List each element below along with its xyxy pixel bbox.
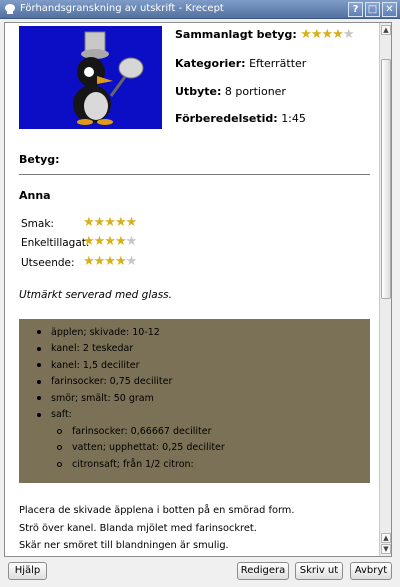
- bullet-icon: [37, 330, 41, 335]
- title-bar: Förhandsgranskning av utskrift - Krecept…: [0, 0, 400, 19]
- prep-time-value: 1:45: [281, 112, 306, 125]
- circle-bullet-icon: [57, 445, 62, 451]
- prep-time-label: Förberedelsetid:: [175, 112, 278, 125]
- preview-content: Sammanlagt betyg: ★★★★★ Kategorier: Efte…: [5, 23, 379, 556]
- ingredient-item: kanel: 1,5 deciliter: [19, 357, 370, 374]
- direction-line: Skär ner smöret till blandningen är smul…: [19, 540, 229, 551]
- scroll-up-arrow-icon[interactable]: ▲: [381, 25, 391, 35]
- vertical-scrollbar[interactable]: ▲ ▲ ▼: [379, 23, 391, 556]
- reviewer-comment: Utmärkt serverad med glass.: [19, 289, 172, 301]
- ingredient-text: saft:: [51, 409, 72, 421]
- bullet-icon: [37, 396, 41, 401]
- edit-button[interactable]: Redigera: [237, 562, 289, 580]
- criterion-label: Enkeltillagat:: [21, 237, 90, 249]
- overall-rating-label: Sammanlagt betyg:: [175, 28, 297, 41]
- category-row: Kategorier: Efterrätter: [175, 57, 306, 70]
- ingredient-subitem: vatten; upphettat: 0,25 deciliter: [19, 440, 370, 457]
- criterion-stars: ★★★★★: [83, 215, 137, 230]
- criterion-stars: ★★★★★: [83, 254, 137, 269]
- bullet-icon: [37, 363, 41, 368]
- overall-rating: Sammanlagt betyg: ★★★★★: [175, 27, 354, 42]
- category-value: Efterrätter: [249, 57, 307, 70]
- yield-row: Utbyte: 8 portioner: [175, 85, 286, 98]
- close-window-button[interactable]: ✕: [382, 2, 397, 17]
- ingredient-subitem: farinsocker: 0,66667 deciliter: [19, 423, 370, 440]
- yield-label: Utbyte:: [175, 85, 222, 98]
- ingredient-text: vatten; upphettat: 0,25 deciliter: [72, 442, 225, 454]
- scrollbar-thumb[interactable]: [381, 59, 391, 299]
- ingredient-item: äpplen; skivade: 10-12: [19, 324, 370, 341]
- scroll-down-arrow-icon[interactable]: ▼: [381, 544, 391, 554]
- criterion-label: Utseende:: [21, 257, 75, 269]
- overall-rating-stars: ★★★★★: [300, 27, 354, 42]
- app-chef-hat-icon: [5, 4, 15, 14]
- dialog-button-bar: Hjälp Redigera Skriv ut Avbryt: [0, 560, 400, 587]
- recipe-picture: [19, 26, 162, 129]
- ingredient-text: smör; smält: 50 gram: [51, 392, 154, 404]
- ingredient-text: farinsocker: 0,66667 deciliter: [72, 425, 212, 437]
- ingredients-list: äpplen; skivade: 10-12 kanel: 2 teskedar…: [19, 319, 370, 483]
- print-button[interactable]: Skriv ut: [295, 562, 343, 580]
- ratings-heading: Betyg:: [19, 153, 60, 166]
- circle-bullet-icon: [57, 461, 62, 467]
- help-window-button[interactable]: ?: [348, 2, 363, 17]
- ingredient-item: saft:: [19, 407, 370, 424]
- ingredient-text: farinsocker: 0,75 deciliter: [51, 376, 173, 388]
- ingredient-text: kanel: 1,5 deciliter: [51, 359, 140, 371]
- criterion-label: Smak:: [21, 218, 54, 230]
- direction-line: Placera de skivade äpplena i botten på e…: [19, 505, 295, 516]
- help-button[interactable]: Hjälp: [8, 562, 47, 580]
- ingredient-item: kanel: 2 teskedar: [19, 341, 370, 358]
- ingredient-text: kanel: 2 teskedar: [51, 343, 134, 355]
- print-preview-pane[interactable]: Sammanlagt betyg: ★★★★★ Kategorier: Efte…: [4, 22, 392, 557]
- cancel-button[interactable]: Avbryt: [350, 562, 392, 580]
- prep-time-row: Förberedelsetid: 1:45: [175, 112, 306, 125]
- ingredient-text: citronsaft; från 1/2 citron:: [72, 458, 194, 470]
- penguin-chef-image: [19, 26, 162, 129]
- scroll-up-arrow-icon[interactable]: ▲: [381, 533, 391, 543]
- bullet-icon: [37, 379, 41, 384]
- category-label: Kategorier:: [175, 57, 246, 70]
- direction-line: Strö över kanel. Blanda mjölet med farin…: [19, 523, 257, 534]
- window-title: Förhandsgranskning av utskrift - Krecept: [20, 3, 224, 14]
- maximize-window-button[interactable]: □: [365, 2, 380, 17]
- ingredient-item: farinsocker: 0,75 deciliter: [19, 374, 370, 391]
- reviewer-name: Anna: [19, 189, 51, 202]
- circle-bullet-icon: [57, 428, 62, 434]
- criterion-stars: ★★★★★: [83, 234, 137, 249]
- divider: [19, 174, 370, 175]
- bullet-icon: [37, 346, 41, 351]
- ingredient-item: smör; smält: 50 gram: [19, 390, 370, 407]
- bullet-icon: [37, 412, 41, 417]
- ingredient-subitem: citronsaft; från 1/2 citron:: [19, 456, 370, 473]
- ingredient-text: äpplen; skivade: 10-12: [51, 326, 160, 338]
- yield-value: 8 portioner: [224, 85, 286, 98]
